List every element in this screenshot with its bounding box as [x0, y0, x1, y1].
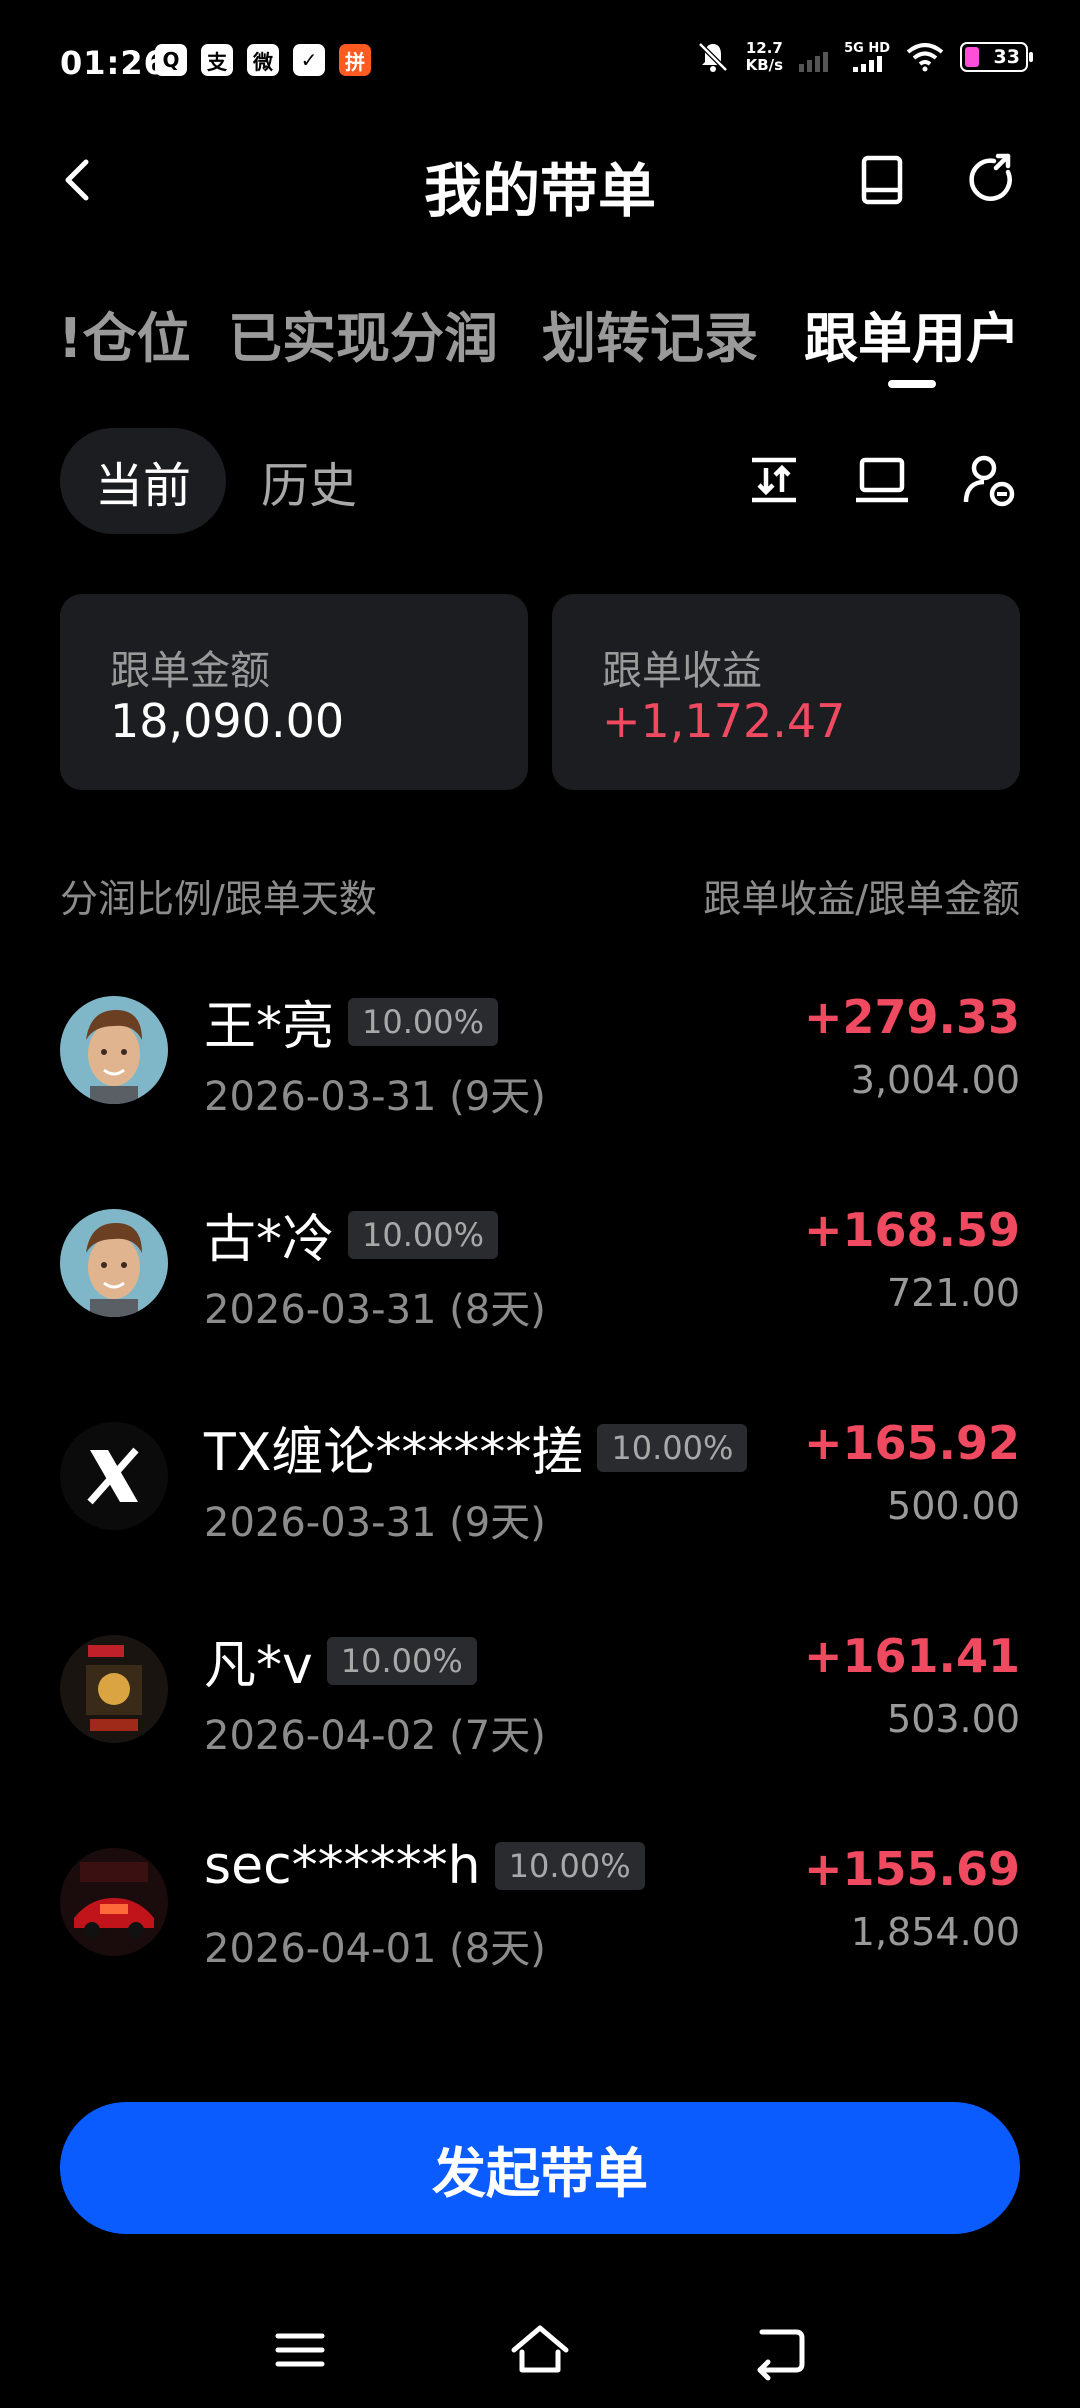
battery-icon: 33: [960, 42, 1033, 72]
system-nav-bar: [0, 2300, 1080, 2408]
follow-profit-card: 跟单收益 +1,172.47: [552, 594, 1020, 790]
mute-icon: [697, 42, 728, 72]
follow-start-date: 2026-03-31 (9天): [204, 1500, 546, 1546]
user-settings-icon[interactable]: [960, 450, 1020, 510]
follower-profit: +165.92: [803, 1416, 1020, 1470]
follower-amount: 500.00: [887, 1484, 1020, 1528]
share-ratio-badge: 10.00%: [348, 997, 499, 1046]
follower-profit: +279.33: [803, 990, 1020, 1044]
avatar: [60, 996, 168, 1104]
sort-icon[interactable]: [744, 450, 804, 510]
follower-profit: +155.69: [803, 1842, 1020, 1896]
poster-avatar: [60, 1635, 168, 1743]
segment-history[interactable]: 历史: [246, 428, 372, 534]
list-header-left: 分润比例/跟单天数: [60, 877, 377, 921]
check-notification-icon: ✓: [293, 44, 325, 76]
network-speed: 12.7 KB/s: [745, 39, 784, 74]
share-ratio-badge: 10.00%: [326, 1636, 477, 1685]
list-header-right: 跟单收益/跟单金额: [703, 877, 1020, 921]
follow-start-date: 2026-04-02 (7天): [204, 1713, 546, 1759]
status-bar: 01:26 Q 支 微 ✓ 拼 12.7 KB/s 5G HD 33: [0, 0, 1080, 130]
book-icon[interactable]: [852, 150, 912, 210]
follow-amount-label: 跟单金额: [110, 648, 270, 694]
back-nav-icon[interactable]: [748, 2318, 812, 2382]
follower-name: TX缠论******搓 10.00%: [204, 1410, 748, 1485]
follower-profit: +168.59: [803, 1203, 1020, 1257]
follow-profit-value: +1,172.47: [602, 694, 846, 748]
signal-sim1-icon: [799, 42, 829, 72]
follower-name: 凡*v 10.00%: [204, 1623, 477, 1698]
status-time: 01:26: [60, 44, 167, 82]
follower-row[interactable]: 古*冷 10.00% 2026-03-31 (8天) +168.59 721.0…: [0, 1203, 1080, 1409]
menu-icon[interactable]: [268, 2318, 332, 2382]
follower-profit: +161.41: [803, 1629, 1020, 1683]
follower-row[interactable]: 凡*v 10.00% 2026-04-02 (7天) +161.41 503.0…: [0, 1629, 1080, 1835]
wechat-notification-icon: 微: [247, 44, 279, 76]
follower-amount: 721.00: [887, 1271, 1020, 1315]
alipay-notification-icon: 支: [201, 44, 233, 76]
tab-realized-profit[interactable]: 已实现分润: [228, 294, 498, 373]
share-ratio-badge: 10.00%: [348, 1210, 499, 1259]
follow-start-date: 2026-03-31 (8天): [204, 1287, 546, 1333]
follow-amount-value: 18,090.00: [110, 694, 345, 748]
follow-start-date: 2026-03-31 (9天): [204, 1074, 546, 1120]
share-ratio-badge: 10.00%: [494, 1842, 645, 1890]
follower-row[interactable]: sec******h 10.00% 2026-04-01 (8天) +155.6…: [0, 1836, 1080, 2048]
segment-current[interactable]: 当前: [60, 428, 226, 534]
avatar: [60, 1209, 168, 1317]
follower-row[interactable]: TX缠论******搓 10.00% 2026-03-31 (9天) +165.…: [0, 1416, 1080, 1622]
follower-amount: 3,004.00: [850, 1058, 1020, 1102]
tab-positions[interactable]: !仓位: [58, 294, 191, 373]
x-logo-avatar: [60, 1422, 168, 1530]
tab-bar: !仓位 已实现分润 划转记录 跟单用户: [0, 280, 1080, 400]
follower-name: 古*冷 10.00%: [204, 1197, 499, 1272]
page-title: 我的带单: [423, 157, 656, 225]
follower-name: sec******h 10.00%: [204, 1836, 645, 1896]
follow-amount-card: 跟单金额 18,090.00: [60, 594, 528, 790]
follower-row[interactable]: 王*亮 10.00% 2026-03-31 (9天) +279.33 3,004…: [0, 990, 1080, 1196]
app-header: 我的带单: [0, 130, 1080, 230]
wifi-icon: [906, 43, 944, 72]
follow-start-date: 2026-04-01 (8天): [204, 1926, 546, 1972]
laptop-icon[interactable]: [852, 450, 912, 510]
follower-amount: 1,854.00: [850, 1910, 1020, 1954]
share-ratio-badge: 10.00%: [597, 1423, 748, 1472]
tab-followers[interactable]: 跟单用户: [804, 294, 1020, 373]
car-avatar: [60, 1848, 168, 1956]
shopping-notification-icon: 拼: [339, 44, 371, 76]
refresh-icon[interactable]: [962, 150, 1022, 210]
start-lead-trading-button[interactable]: 发起带单: [60, 2102, 1020, 2234]
tab-transfer-records[interactable]: 划转记录: [542, 294, 758, 373]
home-icon[interactable]: [508, 2318, 572, 2382]
status-app-icons: Q 支 微 ✓ 拼: [155, 44, 371, 76]
qq-notification-icon: Q: [155, 44, 187, 76]
signal-sim2-group: 5G HD: [844, 42, 890, 72]
follow-profit-label: 跟单收益: [602, 648, 762, 694]
follower-amount: 503.00: [887, 1697, 1020, 1741]
follower-name: 王*亮 10.00%: [204, 984, 499, 1059]
tab-active-indicator: [888, 380, 936, 388]
